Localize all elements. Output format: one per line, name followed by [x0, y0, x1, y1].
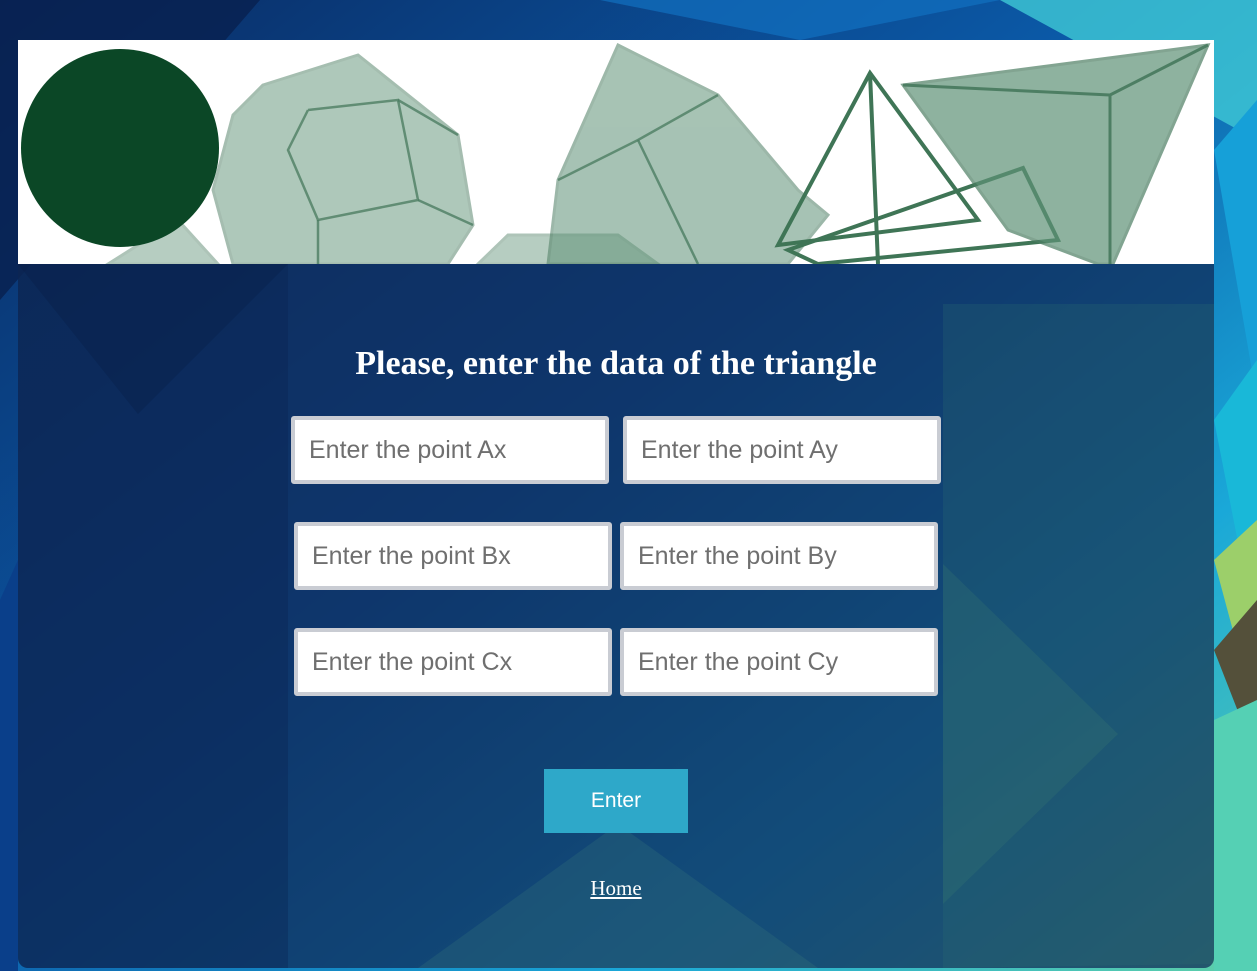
form-panel: Please, enter the data of the triangle E… — [18, 264, 1214, 968]
point-ay-input[interactable] — [623, 416, 941, 484]
main-card: Please, enter the data of the triangle E… — [18, 40, 1214, 968]
banner-image — [18, 40, 1214, 264]
point-cy-input[interactable] — [620, 628, 938, 696]
point-by-input[interactable] — [620, 522, 938, 590]
dark-green-sphere-shape — [21, 49, 219, 247]
enter-button[interactable]: Enter — [544, 769, 688, 833]
home-link[interactable]: Home — [590, 876, 641, 900]
home-link-container: Home — [18, 876, 1214, 901]
point-ax-input[interactable] — [291, 416, 609, 484]
dodecahedron-shape — [211, 53, 475, 264]
point-cx-input[interactable] — [294, 628, 612, 696]
point-bx-input[interactable] — [294, 522, 612, 590]
large-pyramid-shape — [900, 43, 1211, 264]
geometric-solids-illustration — [21, 42, 1211, 264]
form-title: Please, enter the data of the triangle — [355, 345, 877, 382]
